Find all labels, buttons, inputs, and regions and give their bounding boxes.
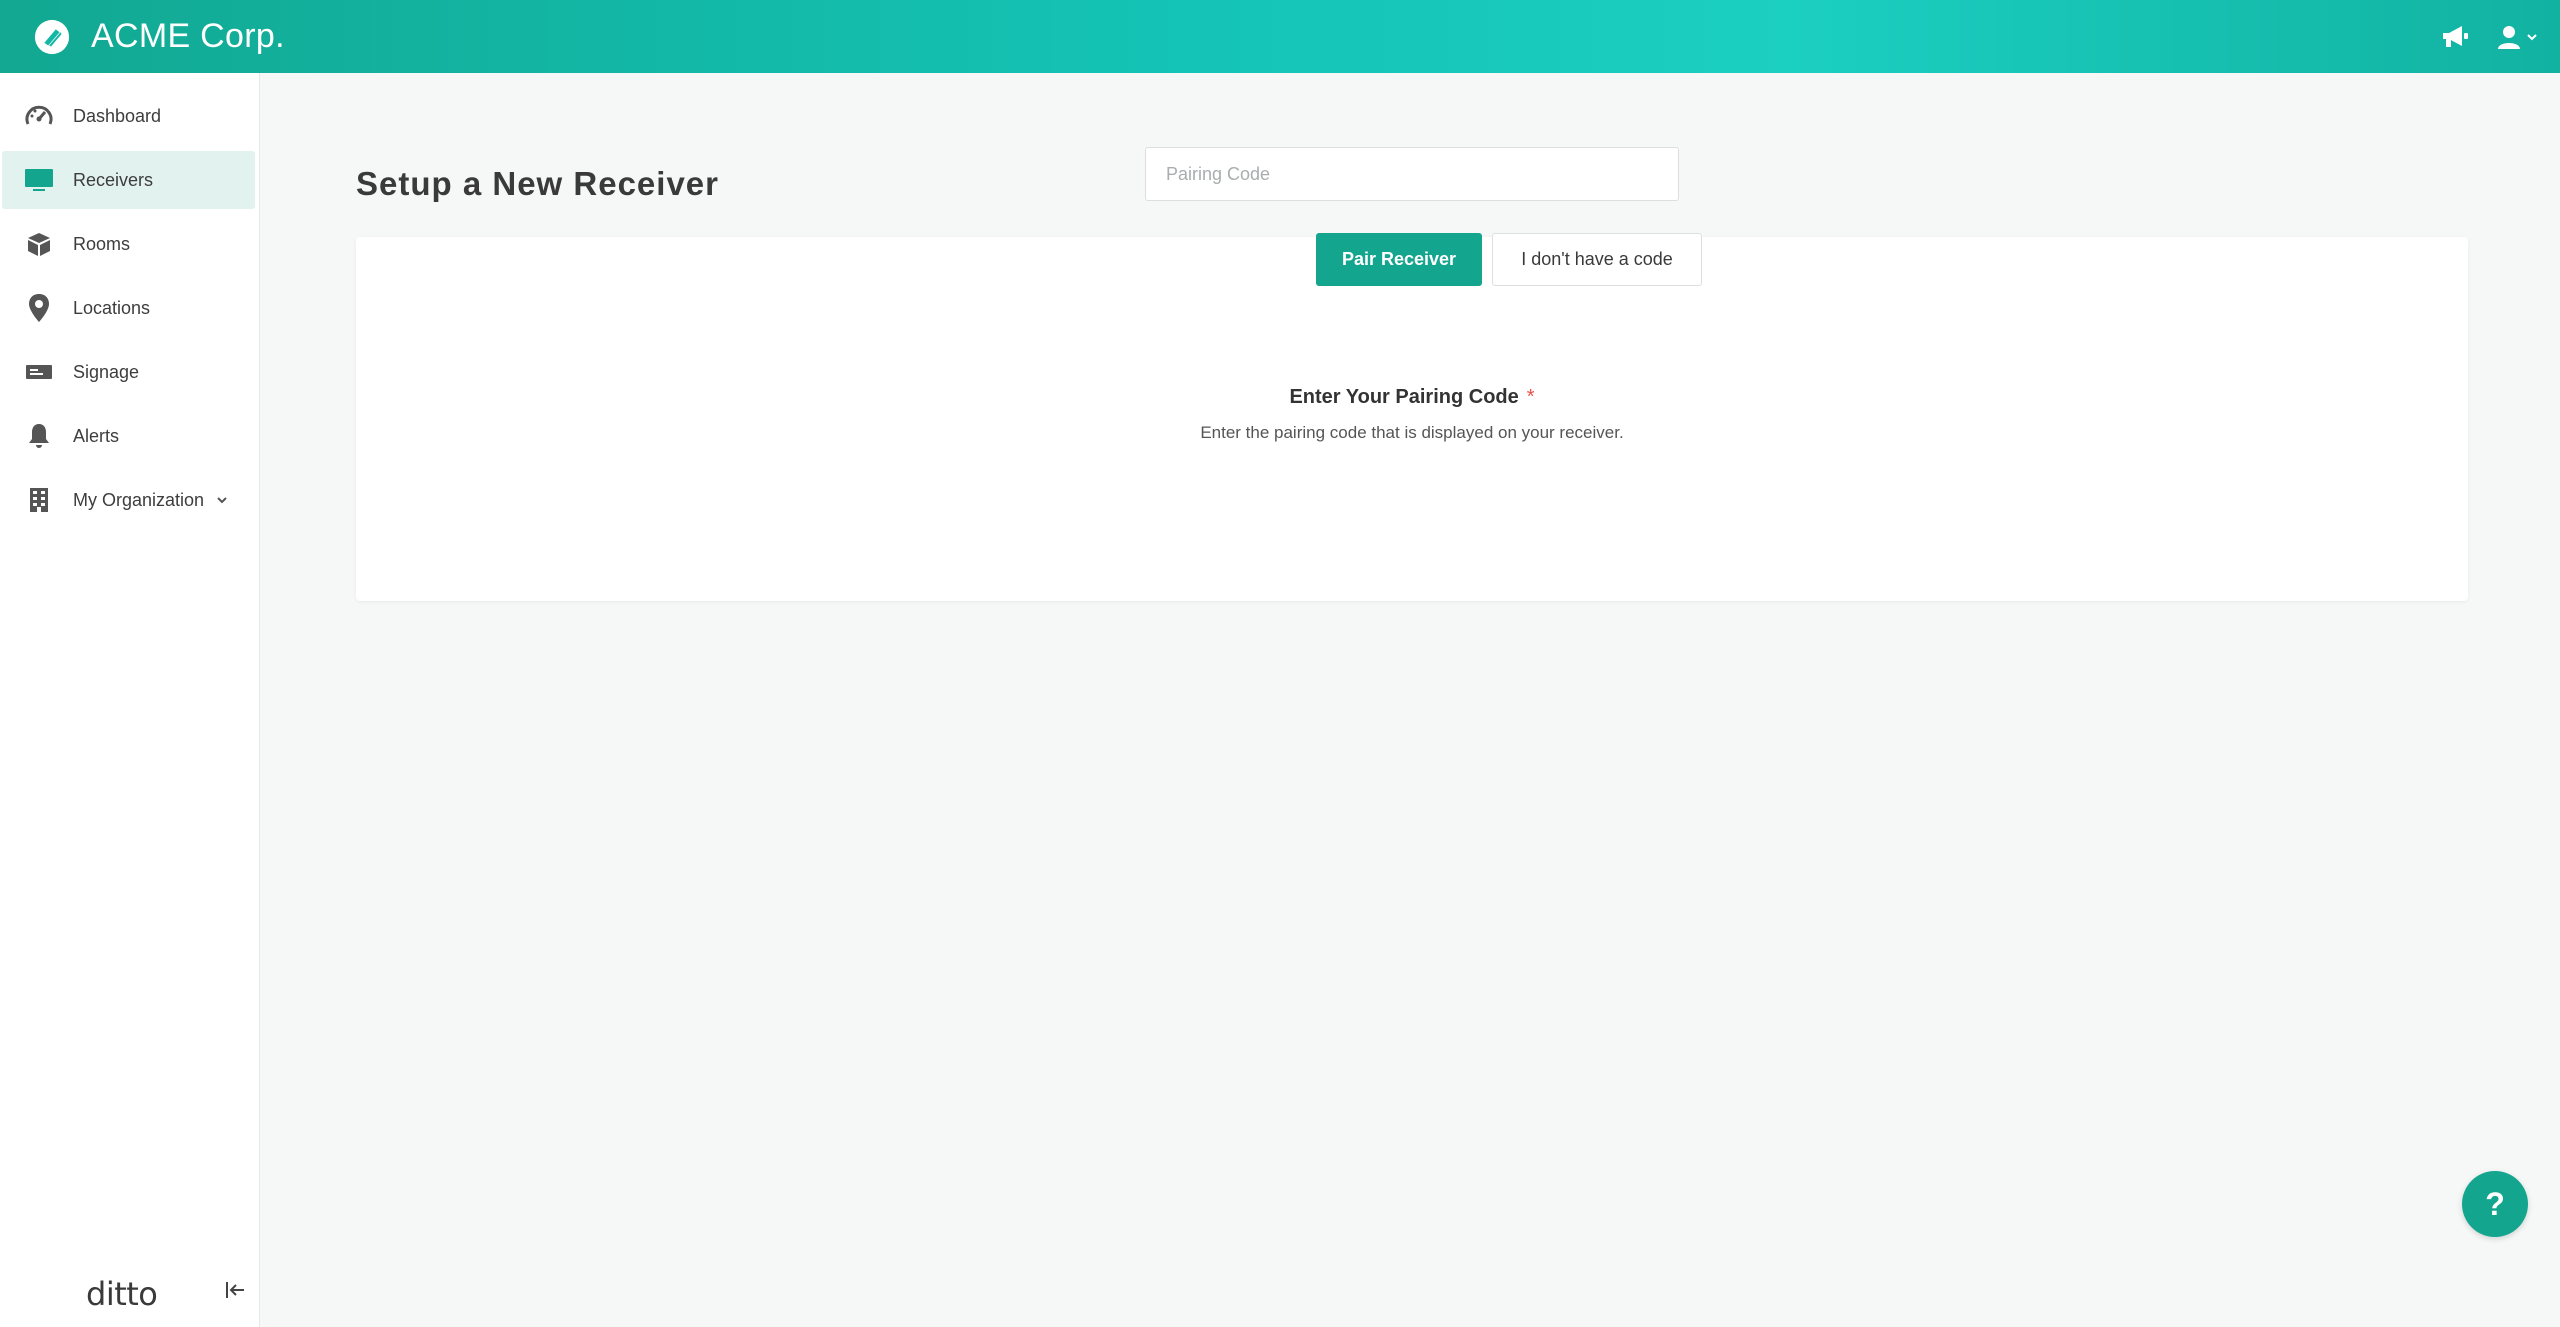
pairing-code-input[interactable] xyxy=(1145,147,1679,201)
map-pin-icon xyxy=(24,293,54,323)
sidebar-item-label: My Organization xyxy=(73,489,205,510)
sidebar-footer: ditto xyxy=(0,1257,260,1327)
brand-name: ACME Corp. xyxy=(91,17,285,55)
top-bar: ACME Corp. xyxy=(0,0,2560,73)
acme-logo-icon xyxy=(34,19,70,54)
collapse-left-icon[interactable] xyxy=(224,1280,246,1305)
sidebar-item-label: Signage xyxy=(73,361,140,382)
building-icon xyxy=(24,485,54,515)
bell-icon xyxy=(24,421,54,451)
sidebar-nav: Dashboard Receivers Rooms Locations Sign… xyxy=(0,73,259,529)
brand[interactable]: ACME Corp. xyxy=(33,17,285,56)
monitor-icon xyxy=(24,165,54,195)
sidebar-item-receivers[interactable]: Receivers xyxy=(2,151,255,209)
chevron-down-icon xyxy=(216,495,228,505)
sidebar-item-locations[interactable]: Locations xyxy=(2,279,255,337)
user-menu[interactable] xyxy=(2496,24,2538,50)
sidebar-item-dashboard[interactable]: Dashboard xyxy=(2,87,255,145)
gauge-icon xyxy=(24,101,54,131)
sidebar-item-label: Rooms xyxy=(73,233,131,254)
cube-icon xyxy=(24,229,54,259)
user-icon xyxy=(2498,25,2520,49)
sidebar-item-alerts[interactable]: Alerts xyxy=(2,407,255,465)
no-code-button[interactable]: I don't have a code xyxy=(1492,233,1702,286)
sidebar-item-label: Receivers xyxy=(73,169,154,190)
pair-receiver-button[interactable]: Pair Receiver xyxy=(1316,233,1482,286)
pairing-card: Enter Your Pairing Code * Enter the pairi… xyxy=(356,237,2468,601)
page-title: Setup a New Receiver xyxy=(356,165,719,202)
signage-icon xyxy=(24,357,54,387)
ditto-logo: ditto xyxy=(86,1275,158,1313)
sidebar-item-label: Dashboard xyxy=(73,105,162,126)
sidebar-item-rooms[interactable]: Rooms xyxy=(2,215,255,273)
pairing-code-help: Enter the pairing code that is displayed… xyxy=(1200,423,1624,442)
header-actions xyxy=(2440,0,2538,73)
sidebar: Dashboard Receivers Rooms Locations Sign… xyxy=(0,73,260,1327)
sidebar-item-my-organization[interactable]: My Organization xyxy=(2,471,255,529)
chevron-down-icon xyxy=(2527,33,2537,40)
megaphone-icon[interactable] xyxy=(2440,24,2470,50)
sidebar-item-label: Locations xyxy=(73,297,151,318)
main-content: Setup a New Receiver Enter Your Pairing … xyxy=(260,73,2560,1327)
pairing-code-label-text: Enter Your Pairing Code xyxy=(1289,386,1519,408)
help-button[interactable]: ? xyxy=(2462,1171,2528,1237)
sidebar-item-signage[interactable]: Signage xyxy=(2,343,255,401)
required-mark: * xyxy=(1526,386,1535,408)
pairing-code-label: Enter Your Pairing Code * xyxy=(356,386,2468,409)
sidebar-item-label: Alerts xyxy=(73,425,120,446)
